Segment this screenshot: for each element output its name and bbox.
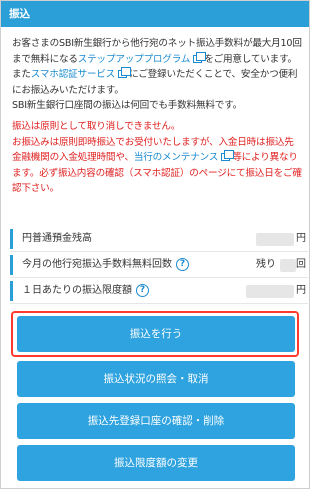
warning-cancel: 振込は原則として取り消しできません。	[12, 120, 181, 132]
row-accent	[10, 255, 13, 275]
notice-line1-end: をご用意しています。	[204, 53, 297, 65]
sumaho-auth-link[interactable]: スマホ認証サービス	[31, 69, 115, 80]
balance-label: 円普通預金残高	[22, 233, 92, 244]
free-count-label: 今月の他行宛振込手数料無料回数?	[22, 252, 189, 277]
account-info-table: 円普通預金残高 円 今月の他行宛振込手数料無料回数? 残り 回 １日あたりの振込…	[10, 226, 308, 304]
free-transfer-count-row: 今月の他行宛振込手数料無料回数? 残り 回	[10, 252, 308, 278]
daily-limit-value-masked	[246, 285, 294, 298]
transfer-button[interactable]: 振込を行う	[17, 316, 295, 352]
registered-accounts-button[interactable]: 振込先登録口座の確認・削除	[17, 403, 295, 439]
external-link-icon[interactable]	[193, 51, 207, 63]
help-icon[interactable]: ?	[176, 257, 189, 271]
notice-line2-start: また	[12, 69, 31, 81]
notice-line3: SBI新生銀行口座間の振込は何回でも手数料無料です。	[12, 100, 242, 112]
help-icon[interactable]: ?	[136, 283, 149, 297]
external-link-icon[interactable]	[118, 67, 132, 79]
daily-limit-label: １日あたりの振込限度額?	[22, 278, 149, 303]
stepup-program-link[interactable]: ステップアッププログラム	[78, 54, 191, 65]
maintenance-link[interactable]: 当行のメンテナンス	[134, 152, 219, 163]
remaining-prefix: 残り	[256, 259, 276, 270]
daily-limit-row: １日あたりの振込限度額? 円	[10, 278, 308, 304]
free-count-value-masked	[280, 259, 296, 272]
external-link-icon[interactable]	[221, 150, 235, 162]
transfer-status-button[interactable]: 振込状況の照会・取消	[17, 361, 295, 397]
balance-value-masked	[256, 233, 294, 246]
notice-text: お客さまのSBI新生銀行から他行宛のネット振込手数料が最大月10回まで無料になる…	[12, 36, 302, 197]
transfer-limit-button[interactable]: 振込限度額の変更	[17, 445, 295, 481]
free-count-unit: 回	[296, 259, 306, 270]
balance-row: 円普通預金残高 円	[10, 226, 308, 252]
row-accent	[10, 229, 13, 249]
panel-header: 振込	[1, 1, 309, 27]
row-accent	[10, 281, 13, 301]
daily-limit-unit: 円	[296, 285, 306, 296]
balance-unit: 円	[296, 233, 306, 244]
